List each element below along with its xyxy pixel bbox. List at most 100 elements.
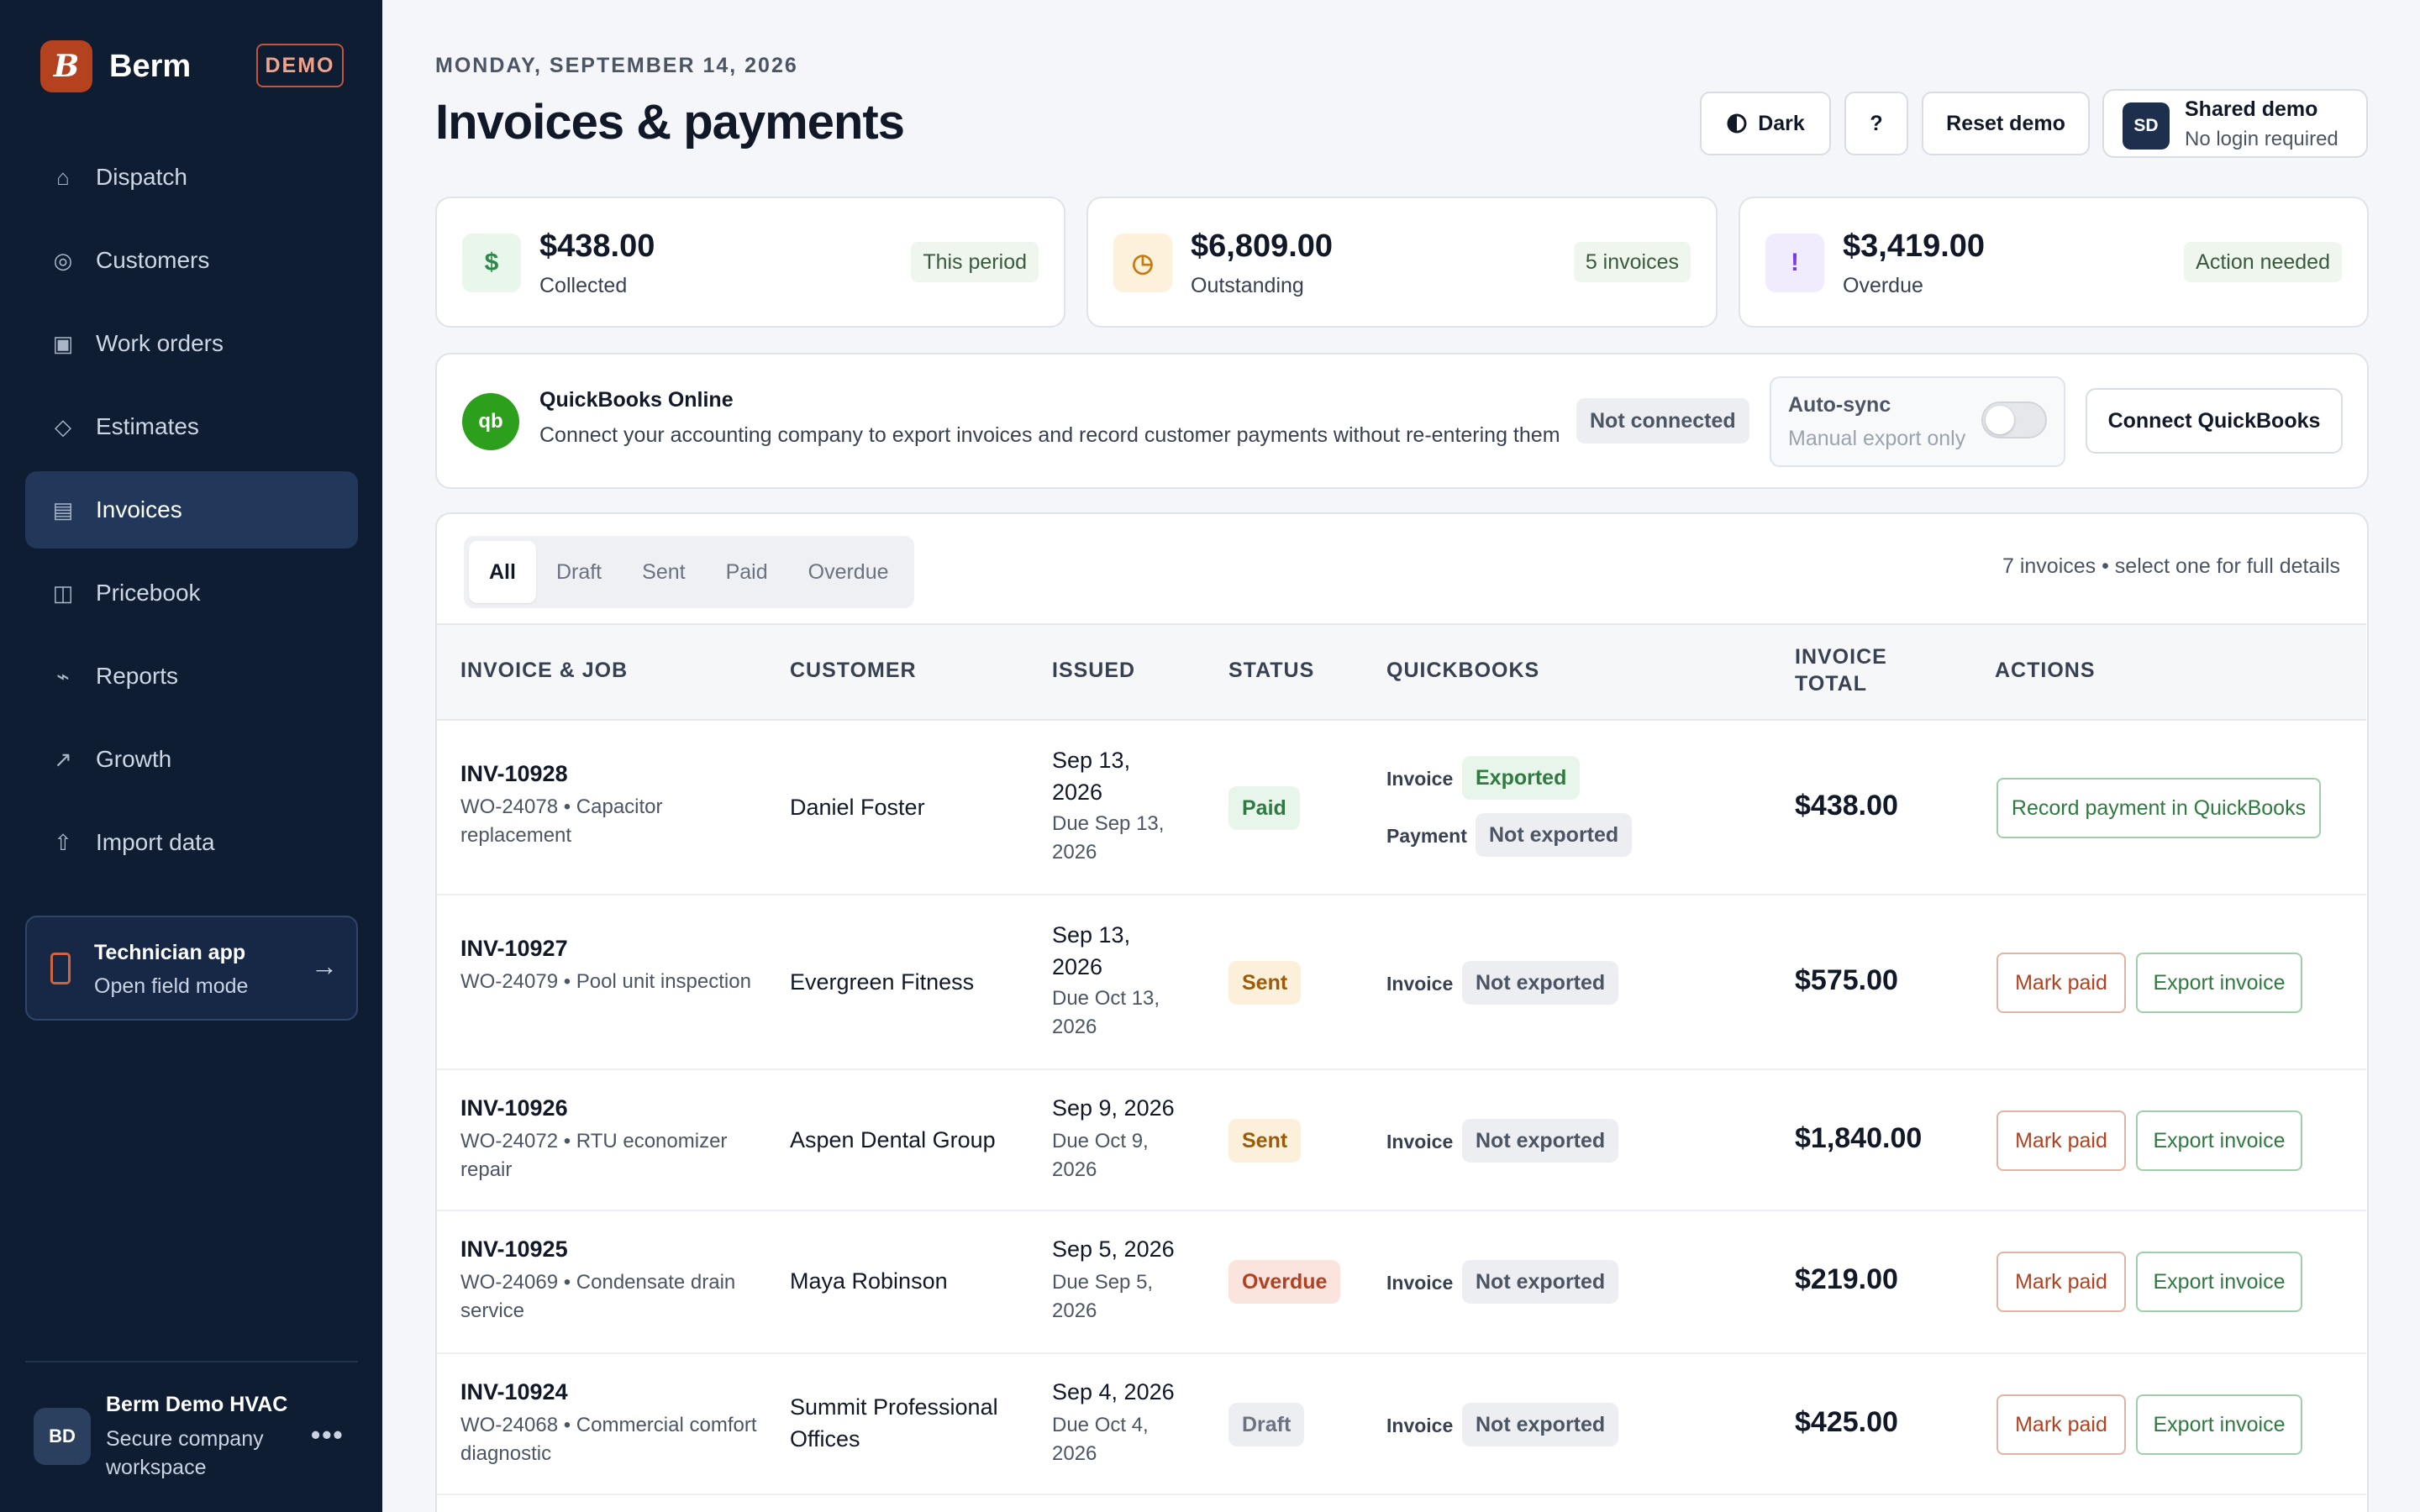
qb-invoice-status: Not exported [1462,1119,1619,1163]
tab-draft[interactable]: Draft [536,541,622,603]
sidebar-item-label: Estimates [96,413,199,439]
column-header-total[interactable]: INVOICE TOTAL [1795,643,1904,697]
table-row[interactable]: INV-10924 WO-24068 • Commercial comfort … [437,1354,2366,1495]
sidebar-item-reports[interactable]: ⌁ Reports [25,638,358,715]
sidebar-item-work-orders[interactable]: ▣ Work orders [25,305,358,382]
record-payment-button[interactable]: Record payment in QuickBooks [1996,778,2321,838]
column-header-issued[interactable]: ISSUED [1052,659,1135,683]
invoice-count: 7 invoices • select one for full details [2002,554,2340,578]
table-row[interactable]: INV-10928 WO-24078 • Capacitor replaceme… [437,721,2366,895]
technician-app-card[interactable]: Technician app Open field mode → [25,916,358,1021]
brand[interactable]: B Berm [40,40,191,92]
sidebar-item-growth[interactable]: ↗ Growth [25,721,358,798]
mark-paid-button[interactable]: Mark paid [1996,1110,2126,1171]
arrow-right-icon: → [311,951,338,981]
invoice-job: WO-24068 • Commercial comfort diagnostic [460,1414,757,1465]
invoice-number[interactable]: INV-10926 [460,1095,568,1121]
sidebar-item-invoices[interactable]: ▤ Invoices [25,471,358,549]
mark-paid-button[interactable]: Mark paid [1996,1394,2126,1455]
invoice-total: $1,840.00 [1795,1122,1923,1154]
stat-value: $3,419.00 [1843,228,1986,264]
export-invoice-button[interactable]: Export invoice [2136,1252,2302,1312]
dark-mode-button[interactable]: Dark [1700,92,1831,155]
mark-paid-button[interactable]: Mark paid [1996,953,2126,1013]
qb-invoice-status: Exported [1462,756,1581,800]
auto-sync-panel: Auto-sync Manual export only [1770,376,2065,467]
quickbooks-title: QuickBooks Online [539,388,734,412]
customer-name: Daniel Foster [790,795,925,820]
export-invoice-button[interactable]: Export invoice [2136,1394,2302,1455]
sidebar-item-estimates[interactable]: ◇ Estimates [25,388,358,465]
status-filter-tabs: All Draft Sent Paid Overdue [464,536,914,608]
column-header-quickbooks[interactable]: QUICKBOOKS [1386,659,1539,683]
invoice-number[interactable]: INV-10925 [460,1236,568,1263]
qb-invoice-label: Invoice [1386,973,1454,995]
work-orders-icon: ▣ [52,330,74,356]
invoice-total: $219.00 [1795,1263,1898,1295]
help-button[interactable]: ? [1844,92,1908,155]
export-invoice-button[interactable]: Export invoice [2136,953,2302,1013]
workspace-avatar: BD [34,1408,91,1465]
invoice-number[interactable]: INV-10928 [460,761,568,787]
table-row[interactable]: INV-10926 WO-24072 • RTU economizer repa… [437,1070,2366,1211]
book-icon: ◫ [52,580,74,606]
status-badge: Sent [1228,961,1302,1005]
tab-overdue[interactable]: Overdue [788,541,909,603]
table-row[interactable]: INV-10927 WO-24079 • Pool unit inspectio… [437,895,2366,1070]
issued-date: Sep 13, 2026 [1052,748,1131,805]
tab-paid[interactable]: Paid [706,541,788,603]
stat-pill: This period [911,242,1039,282]
column-header-status[interactable]: STATUS [1228,659,1314,683]
due-date: Due Sep 5, 2026 [1052,1271,1154,1322]
sidebar-item-pricebook[interactable]: ◫ Pricebook [25,554,358,632]
stat-card-collected: $ $438.00 Collected This period [435,197,1065,328]
column-header-invoice[interactable]: INVOICE & JOB [460,659,628,683]
table-row[interactable]: INV-10925 WO-24069 • Condensate drain se… [437,1211,2366,1354]
issued-date: Sep 4, 2026 [1052,1379,1175,1404]
sidebar-item-label: Work orders [96,330,224,356]
quickbooks-description: Connect your accounting company to expor… [539,423,1560,447]
status-badge: Overdue [1228,1260,1341,1304]
current-date: MONDAY, SEPTEMBER 14, 2026 [435,54,798,77]
sidebar-item-label: Growth [96,746,172,772]
column-header-customer[interactable]: CUSTOMER [790,659,917,683]
technician-app-subtitle: Open field mode [94,974,249,998]
quickbooks-card: qb QuickBooks Online Connect your accoun… [435,353,2369,489]
tab-all[interactable]: All [469,541,536,603]
export-invoice-button[interactable]: Export invoice [2136,1110,2302,1171]
sidebar-item-label: Invoices [96,496,182,522]
stat-label: Overdue [1843,274,1923,297]
qb-invoice-status: Not exported [1462,1260,1619,1304]
user-menu[interactable]: SD Shared demo No login required [2102,89,2368,158]
connect-quickbooks-button[interactable]: Connect QuickBooks [2086,388,2343,454]
qb-invoice-label: Invoice [1386,1272,1454,1294]
customer-name: Summit Professional Offices [790,1394,998,1452]
status-badge: Sent [1228,1119,1302,1163]
sidebar-item-label: Dispatch [96,164,187,190]
customer-name: Maya Robinson [790,1268,948,1294]
invoice-job: WO-24078 • Capacitor replacement [460,795,663,847]
invoice-job: WO-24069 • Condensate drain service [460,1271,736,1322]
qb-payment-label: Payment [1386,825,1467,847]
sidebar-divider [25,1361,358,1362]
more-options-icon[interactable]: ••• [311,1420,345,1451]
invoice-number[interactable]: INV-10924 [460,1379,568,1405]
reset-demo-button[interactable]: Reset demo [1922,92,2090,155]
sidebar-item-dispatch[interactable]: ⌂ Dispatch [25,139,358,216]
technician-app-title: Technician app [94,941,246,964]
invoice-number[interactable]: INV-10927 [460,936,568,962]
stat-card-overdue: ! $3,419.00 Overdue Action needed [1739,197,2369,328]
stat-label: Outstanding [1191,274,1304,297]
tab-sent[interactable]: Sent [622,541,705,603]
sidebar-item-label: Import data [96,829,215,855]
auto-sync-toggle[interactable] [1981,402,2047,438]
sidebar-item-customers[interactable]: ◎ Customers [25,222,358,299]
growth-arrow-icon: ↗ [54,746,72,772]
mark-paid-button[interactable]: Mark paid [1996,1252,2126,1312]
issued-date: Sep 13, 2026 [1052,922,1131,979]
qb-invoice-status: Not exported [1462,961,1619,1005]
issued-date: Sep 9, 2026 [1052,1095,1175,1121]
qb-payment-status: Not exported [1476,813,1633,857]
invoice-icon: ▤ [52,496,74,522]
sidebar-item-import-data[interactable]: ⇧ Import data [25,804,358,881]
